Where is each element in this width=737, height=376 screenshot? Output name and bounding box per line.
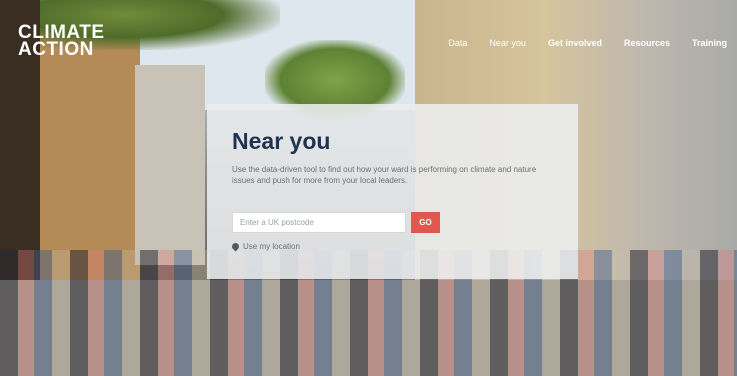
site-logo[interactable]: CLIMATE ACTION [18,23,105,60]
logo-line-2: ACTION [18,39,94,60]
nav-item-near-you[interactable]: Near you [489,38,526,48]
building-middle [135,65,205,265]
hero-description: Use the data-driven tool to find out how… [232,165,537,185]
main-nav: Data Near you Get involved Resources Tra… [448,38,727,48]
location-pin-icon [230,241,241,252]
use-location-label: Use my location [243,242,300,251]
go-button[interactable]: GO [411,212,440,233]
nav-item-resources[interactable]: Resources [624,38,670,48]
building-left [30,30,140,280]
page-title: Near you [232,128,331,154]
hero-panel: Near you Use the data-driven tool to fin… [207,104,578,279]
page: CLIMATE ACTION Data Near you Get involve… [0,0,737,376]
postcode-input[interactable] [232,212,406,233]
nav-item-get-involved[interactable]: Get involved [548,38,602,48]
nav-item-training[interactable]: Training [692,38,727,48]
nav-item-data[interactable]: Data [448,38,467,48]
use-location-link[interactable]: Use my location [230,241,300,252]
